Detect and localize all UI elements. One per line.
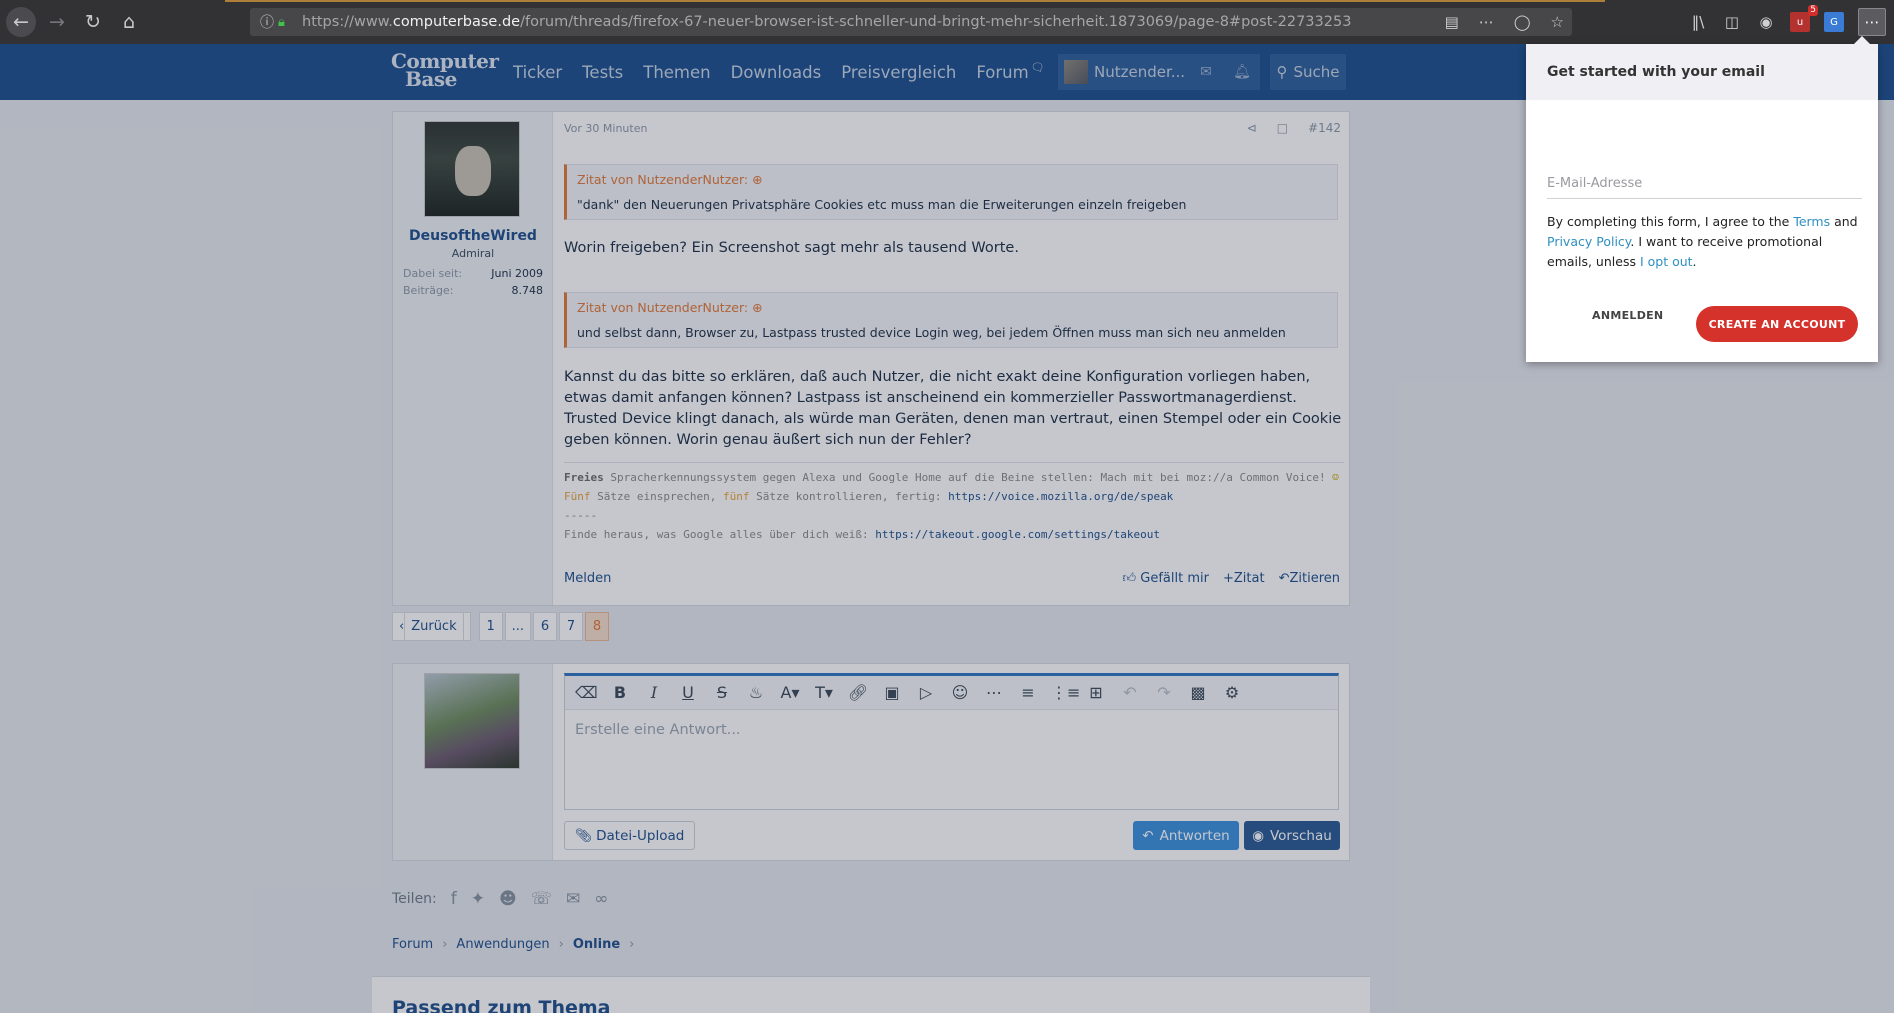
account-icon[interactable]: ◉ <box>1756 12 1776 32</box>
popup-title: Get started with your email <box>1526 44 1878 100</box>
browser-toolbar: ← → ↻ ⌂ ⓘ 🔒︎ https://www.computerbase.de… <box>0 0 1894 44</box>
terms-link[interactable]: Terms <box>1793 214 1830 229</box>
home-button[interactable]: ⌂ <box>114 7 144 37</box>
terms-text: By completing this form, I agree to the … <box>1547 212 1867 272</box>
lock-icon[interactable]: 🔒︎ <box>278 15 302 30</box>
popup-arrow <box>1854 36 1870 44</box>
back-icon: ← <box>13 11 29 33</box>
ublock-icon[interactable]: u5 <box>1790 5 1818 32</box>
ublock-badge: 5 <box>1808 5 1818 16</box>
terms-part: and <box>1830 214 1858 229</box>
url-text[interactable]: https://www.computerbase.de/forum/thread… <box>302 14 1351 30</box>
url-path: /forum/threads/firefox-67-neuer-browser-… <box>520 14 1352 30</box>
bookmark-star-icon[interactable]: ☆ <box>1551 13 1564 31</box>
more-icon[interactable]: ⋯ <box>1479 13 1494 31</box>
terms-part: By completing this form, I agree to the <box>1547 214 1794 229</box>
lastpass-popup: Get started with your email By completin… <box>1526 36 1878 362</box>
page-load-progress <box>225 0 1605 2</box>
translate-icon[interactable]: G <box>1824 12 1844 32</box>
back-button[interactable]: ← <box>6 7 36 37</box>
create-account-button[interactable]: CREATE AN ACCOUNT <box>1696 306 1858 342</box>
reload-button[interactable]: ↻ <box>78 7 108 37</box>
pocket-icon[interactable]: ◯ <box>1514 13 1531 31</box>
sidebar-icon[interactable]: ◫ <box>1722 12 1742 32</box>
email-field[interactable] <box>1547 169 1862 199</box>
sign-in-button[interactable]: ANMELDEN <box>1592 309 1663 322</box>
url-domain: computerbase.de <box>392 14 521 30</box>
url-bar[interactable]: ⓘ 🔒︎ https://www.computerbase.de/forum/t… <box>250 8 1572 36</box>
info-icon[interactable]: ⓘ <box>260 12 278 32</box>
opt-out-link[interactable]: I opt out <box>1640 254 1693 269</box>
forward-icon: → <box>49 11 65 33</box>
forward-button[interactable]: → <box>42 7 72 37</box>
library-icon[interactable]: ‖\ <box>1688 12 1708 32</box>
terms-part: . <box>1692 254 1697 269</box>
privacy-link[interactable]: Privacy Policy <box>1547 234 1630 249</box>
home-icon: ⌂ <box>122 11 136 33</box>
lastpass-icon[interactable]: ⋯ <box>1858 8 1886 36</box>
url-prefix: https://www. <box>302 14 393 30</box>
reload-icon: ↻ <box>85 11 101 33</box>
reader-icon[interactable]: ▤ <box>1445 13 1459 31</box>
